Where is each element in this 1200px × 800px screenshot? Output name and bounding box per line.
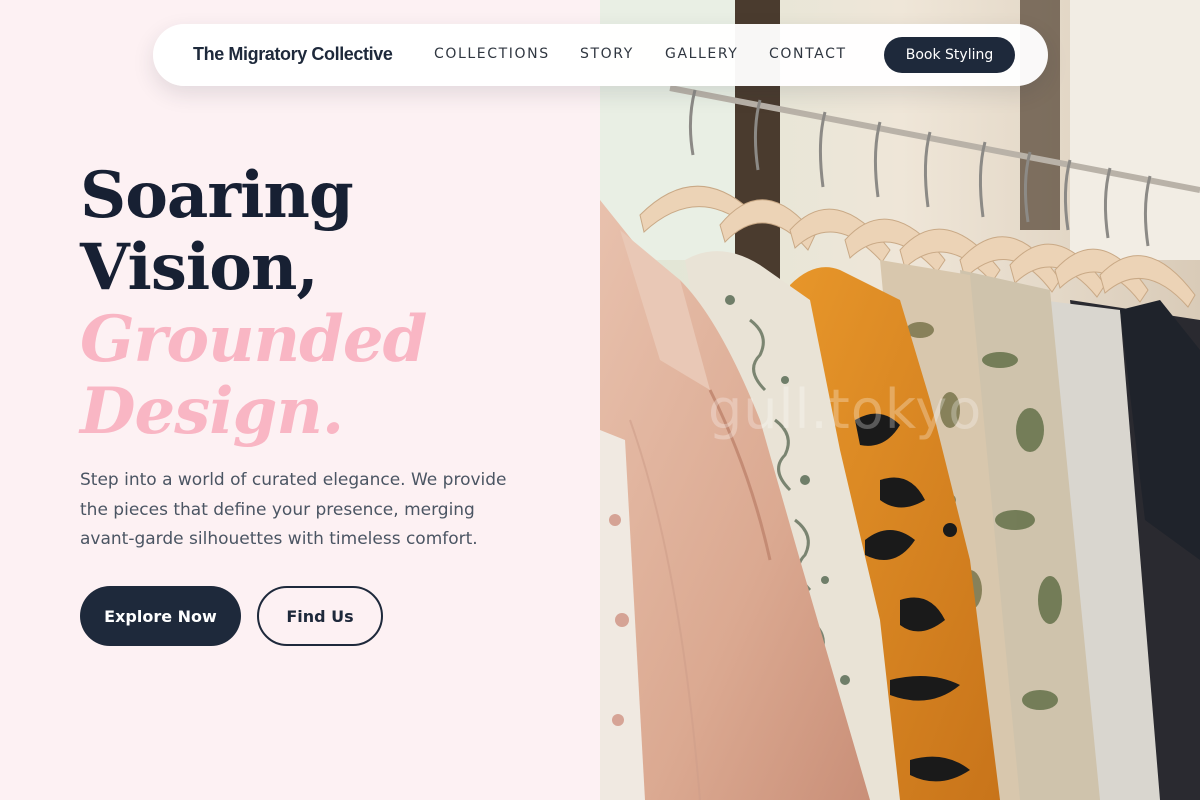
nav-link-story[interactable]: STORY (580, 46, 634, 62)
find-us-button[interactable]: Find Us (257, 586, 383, 646)
headline-accent-line-1: Grounded (80, 302, 427, 377)
brand-logo[interactable]: The Migratory Collective (193, 44, 393, 65)
top-navigation-bar: The Migratory Collective COLLECTIONS STO… (153, 24, 1048, 86)
nav-link-gallery[interactable]: GALLERY (665, 46, 738, 62)
nav-link-contact[interactable]: CONTACT (769, 46, 847, 62)
explore-now-button[interactable]: Explore Now (80, 586, 241, 646)
book-styling-button[interactable]: Book Styling (884, 37, 1015, 73)
headline-line-1: Soaring (80, 158, 354, 233)
image-watermark: gull.tokyo (708, 378, 983, 441)
hero-description: Step into a world of curated elegance. W… (80, 470, 507, 549)
nav-link-collections[interactable]: COLLECTIONS (434, 46, 550, 62)
headline-accent-line-2: Design. (80, 374, 344, 449)
headline-line-2: Vision, (80, 230, 319, 305)
